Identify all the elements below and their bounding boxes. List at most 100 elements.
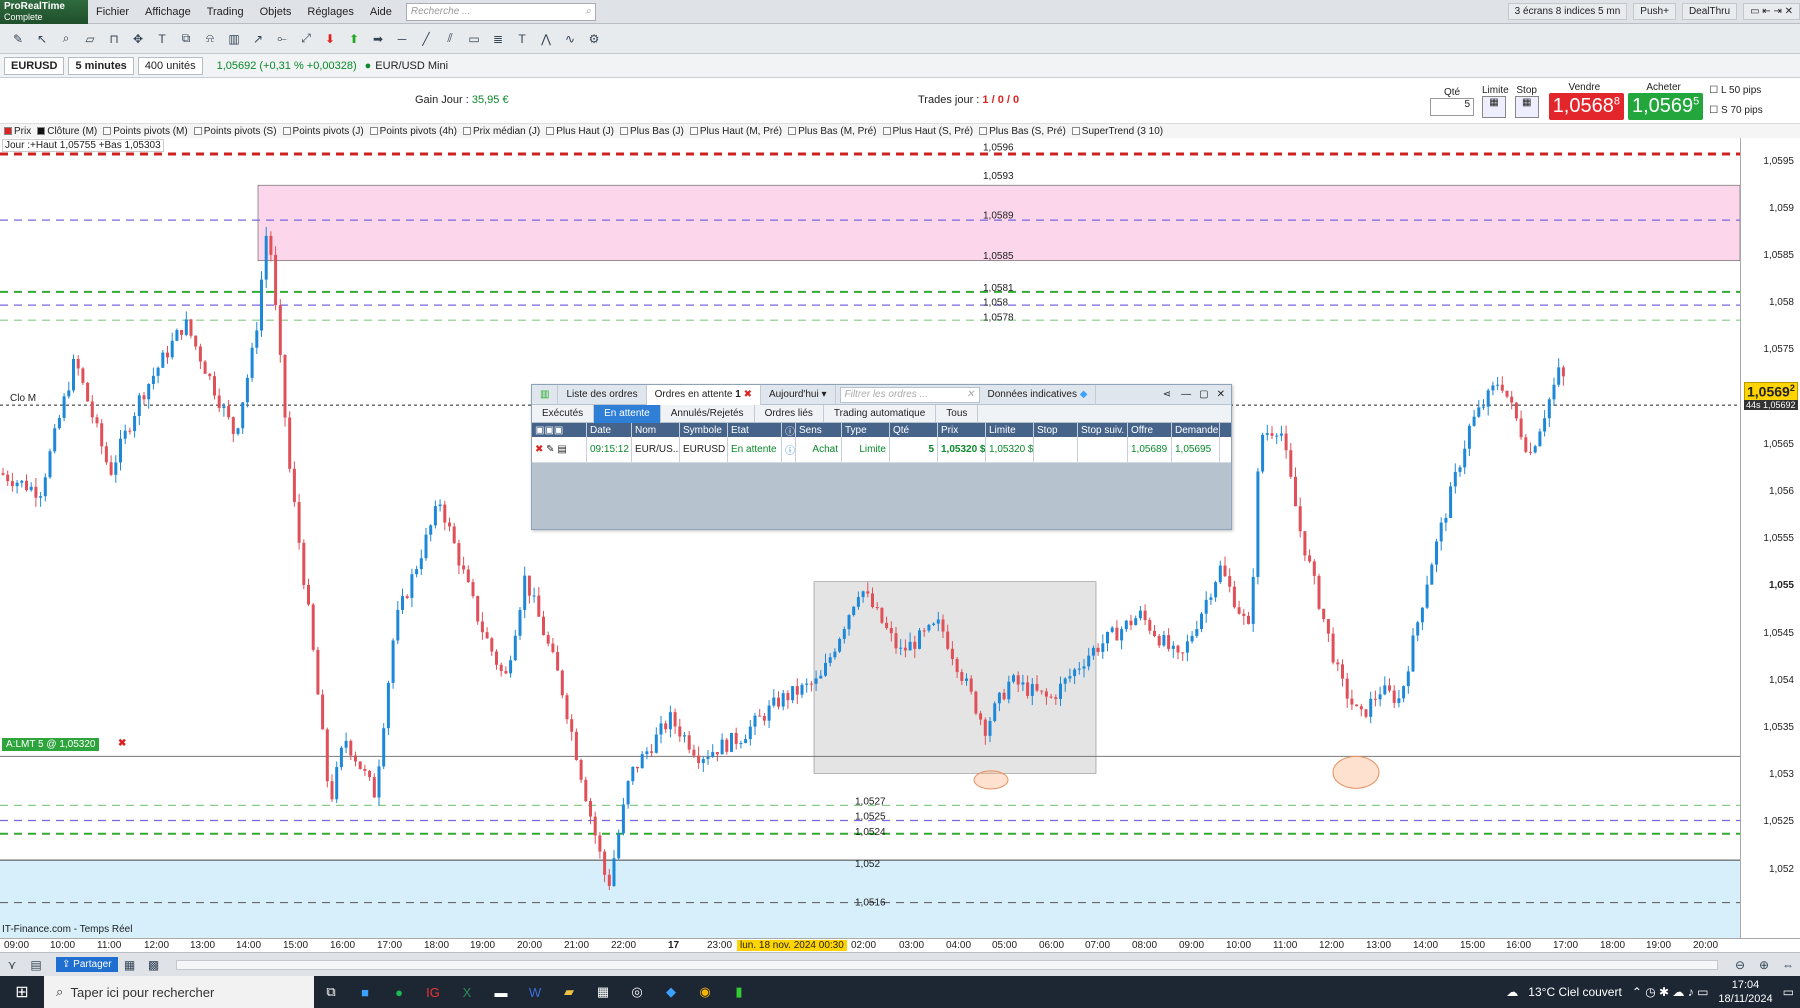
- taskbar-clock[interactable]: 17:04 18/11/2024: [1718, 978, 1772, 1006]
- tab-pending-orders[interactable]: Ordres en attente 1 ✖: [646, 384, 761, 405]
- text-box-icon[interactable]: T: [513, 30, 531, 48]
- checkbox-icon[interactable]: [689, 127, 698, 135]
- ig-icon[interactable]: IG: [416, 976, 450, 1008]
- calculator-icon[interactable]: ▦: [586, 976, 620, 1008]
- settings-icon[interactable]: ⚙: [585, 30, 603, 48]
- cancel-order-icon[interactable]: ✖: [535, 444, 543, 455]
- share-icon[interactable]: ⋖: [1163, 389, 1171, 400]
- col-date[interactable]: Date: [587, 423, 632, 437]
- zoom-icon[interactable]: ⌕: [57, 30, 75, 48]
- indicator-toggle[interactable]: Prix: [4, 126, 31, 137]
- subtab-all[interactable]: Tous: [936, 404, 979, 423]
- checkbox-icon[interactable]: [619, 127, 628, 135]
- menu-objets[interactable]: Objets: [252, 6, 300, 18]
- subtab-linked[interactable]: Ordres liés: [755, 404, 824, 423]
- tab-indicative-data[interactable]: Données indicatives ◆: [980, 384, 1097, 405]
- files-icon[interactable]: ▬: [484, 976, 518, 1008]
- col-state[interactable]: Etat: [728, 423, 782, 437]
- down-arrow-icon[interactable]: ⬇: [321, 30, 339, 48]
- indicator-toggle[interactable]: SuperTrend (3 10): [1071, 126, 1163, 137]
- col-ask[interactable]: Demande: [1172, 423, 1220, 437]
- pending-order-tag[interactable]: A:LMT 5 @ 1,05320: [2, 738, 100, 751]
- ruler-icon[interactable]: ▱: [81, 30, 99, 48]
- up-arrow-icon[interactable]: ⬆: [345, 30, 363, 48]
- stop-pips[interactable]: ☐ S 70 pips: [1709, 101, 1762, 121]
- pattern-icon[interactable]: ⋀: [537, 30, 555, 48]
- grid-icon[interactable]: ▩: [145, 956, 163, 974]
- notification-icon[interactable]: ▭: [1783, 985, 1794, 999]
- close-tab-icon[interactable]: ✖: [744, 389, 752, 400]
- vscode-icon[interactable]: ◆: [654, 976, 688, 1008]
- menu-trading[interactable]: Trading: [199, 6, 252, 18]
- checkbox-icon[interactable]: [37, 127, 46, 135]
- indicator-toggle[interactable]: Points pivots (4h): [369, 126, 457, 137]
- pencil-icon[interactable]: ✎: [9, 30, 27, 48]
- copy-icon[interactable]: ⧉: [177, 30, 195, 48]
- checkbox-icon[interactable]: [546, 127, 555, 135]
- arrow-line-icon[interactable]: ↗: [249, 30, 267, 48]
- limit-pips[interactable]: ☐ L 50 pips: [1709, 81, 1762, 101]
- checkbox-icon[interactable]: [193, 127, 202, 135]
- text-icon[interactable]: T: [153, 30, 171, 48]
- indicator-icon[interactable]: ⋎: [3, 956, 21, 974]
- checkbox-icon[interactable]: [282, 127, 291, 135]
- folder-icon[interactable]: ▰: [552, 976, 586, 1008]
- col-name[interactable]: Nom: [632, 423, 680, 437]
- task-view-icon[interactable]: ⧉: [314, 976, 348, 1008]
- indicator-toggle[interactable]: Prix médian (J): [462, 126, 540, 137]
- buy-button[interactable]: 1,05695: [1627, 93, 1704, 120]
- table-row[interactable]: ✖ ✎ ▤ 09:15:12 EUR/US... EURUSD En atten…: [532, 437, 1231, 463]
- menu-reglages[interactable]: Réglages: [299, 6, 361, 18]
- period-select[interactable]: 5 minutes: [68, 56, 134, 75]
- move-icon[interactable]: ✥: [129, 30, 147, 48]
- checkbox-icon[interactable]: [1071, 127, 1080, 135]
- menu-fichier[interactable]: Fichier: [88, 6, 137, 18]
- screens-button[interactable]: 3 écrans 8 indices 5 mn: [1507, 3, 1628, 20]
- minimize-icon[interactable]: —: [1181, 389, 1191, 400]
- store-icon[interactable]: ■: [348, 976, 382, 1008]
- col-limit[interactable]: Limite: [986, 423, 1034, 437]
- tab-order-list[interactable]: Liste des ordres: [558, 384, 647, 405]
- symbol-select[interactable]: EURUSD: [4, 56, 65, 75]
- horizontal-scrollbar[interactable]: [175, 959, 1718, 970]
- checkbox-icon[interactable]: [462, 127, 471, 135]
- zoom-in-icon[interactable]: ⊕: [1755, 956, 1773, 974]
- indicator-toggle[interactable]: Plus Haut (J): [546, 126, 614, 137]
- row-actions[interactable]: ✖ ✎ ▤: [532, 437, 587, 462]
- subtab-cancelled[interactable]: Annulés/Rejetés: [661, 404, 755, 423]
- units-select[interactable]: 400 unités: [137, 56, 203, 75]
- subtab-executed[interactable]: Exécutés: [532, 404, 595, 423]
- menu-aide[interactable]: Aide: [362, 6, 400, 18]
- weather-text[interactable]: 13°C Ciel couvert: [1528, 985, 1622, 999]
- channel-icon[interactable]: ⫽: [441, 30, 459, 48]
- push-button[interactable]: Push+: [1633, 3, 1676, 20]
- word-icon[interactable]: W: [518, 976, 552, 1008]
- layout-icon[interactable]: ▦: [121, 956, 139, 974]
- share-button[interactable]: ⇪ Partager: [56, 957, 118, 972]
- tray-icons[interactable]: ⌃ ◷ ✱ ☁ ♪ ▭: [1632, 985, 1709, 999]
- col-trailing-stop[interactable]: Stop suiv.: [1078, 423, 1128, 437]
- taskbar-search[interactable]: ⌕ Taper ici pour rechercher: [44, 976, 314, 1008]
- magnet-icon[interactable]: ⊓: [105, 30, 123, 48]
- ray-icon[interactable]: ⤢: [297, 30, 315, 48]
- rectangle-icon[interactable]: ▭: [465, 30, 483, 48]
- zoom-out-icon[interactable]: ⊖: [1731, 956, 1749, 974]
- cursor-icon[interactable]: ↖: [33, 30, 51, 48]
- indicator-toggle[interactable]: Clôture (M): [37, 126, 97, 137]
- excel-icon[interactable]: X: [450, 976, 484, 1008]
- fibonacci-icon[interactable]: ≣: [489, 30, 507, 48]
- indicator-toggle[interactable]: Plus Bas (S, Pré): [979, 126, 1066, 137]
- dealthru-button[interactable]: DealThru: [1681, 3, 1738, 20]
- checkbox-icon[interactable]: [4, 127, 12, 135]
- right-arrow-icon[interactable]: ➡: [369, 30, 387, 48]
- chart-type-icon[interactable]: ▤: [27, 956, 45, 974]
- subtab-auto-trading[interactable]: Trading automatique: [824, 404, 937, 423]
- segment-icon[interactable]: ⟜: [273, 30, 291, 48]
- checkbox-icon[interactable]: [882, 127, 891, 135]
- col-bid[interactable]: Offre: [1128, 423, 1172, 437]
- windows-start-icon[interactable]: ⊞: [0, 976, 44, 1008]
- search-input[interactable]: Recherche ... ⌕: [405, 2, 596, 21]
- price-chart[interactable]: 1,0596 1,0593 1,0589 1,0585 1,0581 1,058 1,057…: [0, 138, 1740, 938]
- checkbox-icon[interactable]: [369, 127, 378, 135]
- col-stop[interactable]: Stop: [1034, 423, 1078, 437]
